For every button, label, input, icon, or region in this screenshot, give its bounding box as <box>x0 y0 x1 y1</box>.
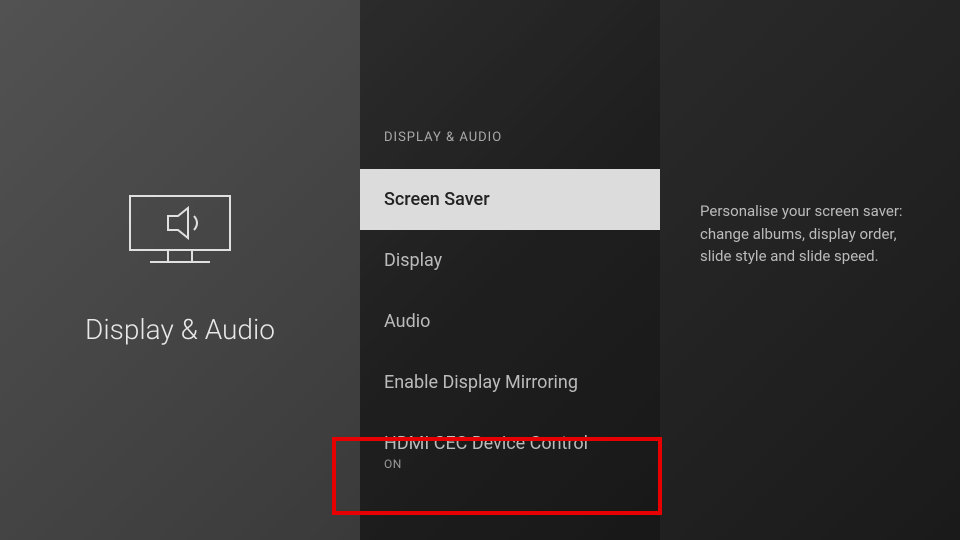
menu-item-label: HDMI CEC Device Control <box>384 433 636 454</box>
left-category-panel: Display & Audio <box>0 0 360 540</box>
item-description: Personalise your screen saver: change al… <box>700 200 920 268</box>
display-audio-icon <box>128 194 233 273</box>
menu-item-label: Audio <box>384 311 636 332</box>
menu-item-screen-saver[interactable]: Screen Saver <box>360 169 660 230</box>
menu-item-display[interactable]: Display <box>360 230 660 291</box>
menu-item-hdmi-cec-device-control[interactable]: HDMI CEC Device Control ON <box>360 413 660 491</box>
menu-item-enable-display-mirroring[interactable]: Enable Display Mirroring <box>360 352 660 413</box>
menu-item-label: Enable Display Mirroring <box>384 372 636 393</box>
menu-item-label: Display <box>384 250 636 271</box>
settings-menu-panel: DISPLAY & AUDIO Screen Saver Display Aud… <box>360 0 660 540</box>
menu-item-label: Screen Saver <box>384 189 636 210</box>
description-panel: Personalise your screen saver: change al… <box>660 0 960 540</box>
menu-item-audio[interactable]: Audio <box>360 291 660 352</box>
breadcrumb: DISPLAY & AUDIO <box>360 130 660 169</box>
menu-item-sublabel: ON <box>384 457 636 471</box>
category-title: Display & Audio <box>85 313 275 346</box>
